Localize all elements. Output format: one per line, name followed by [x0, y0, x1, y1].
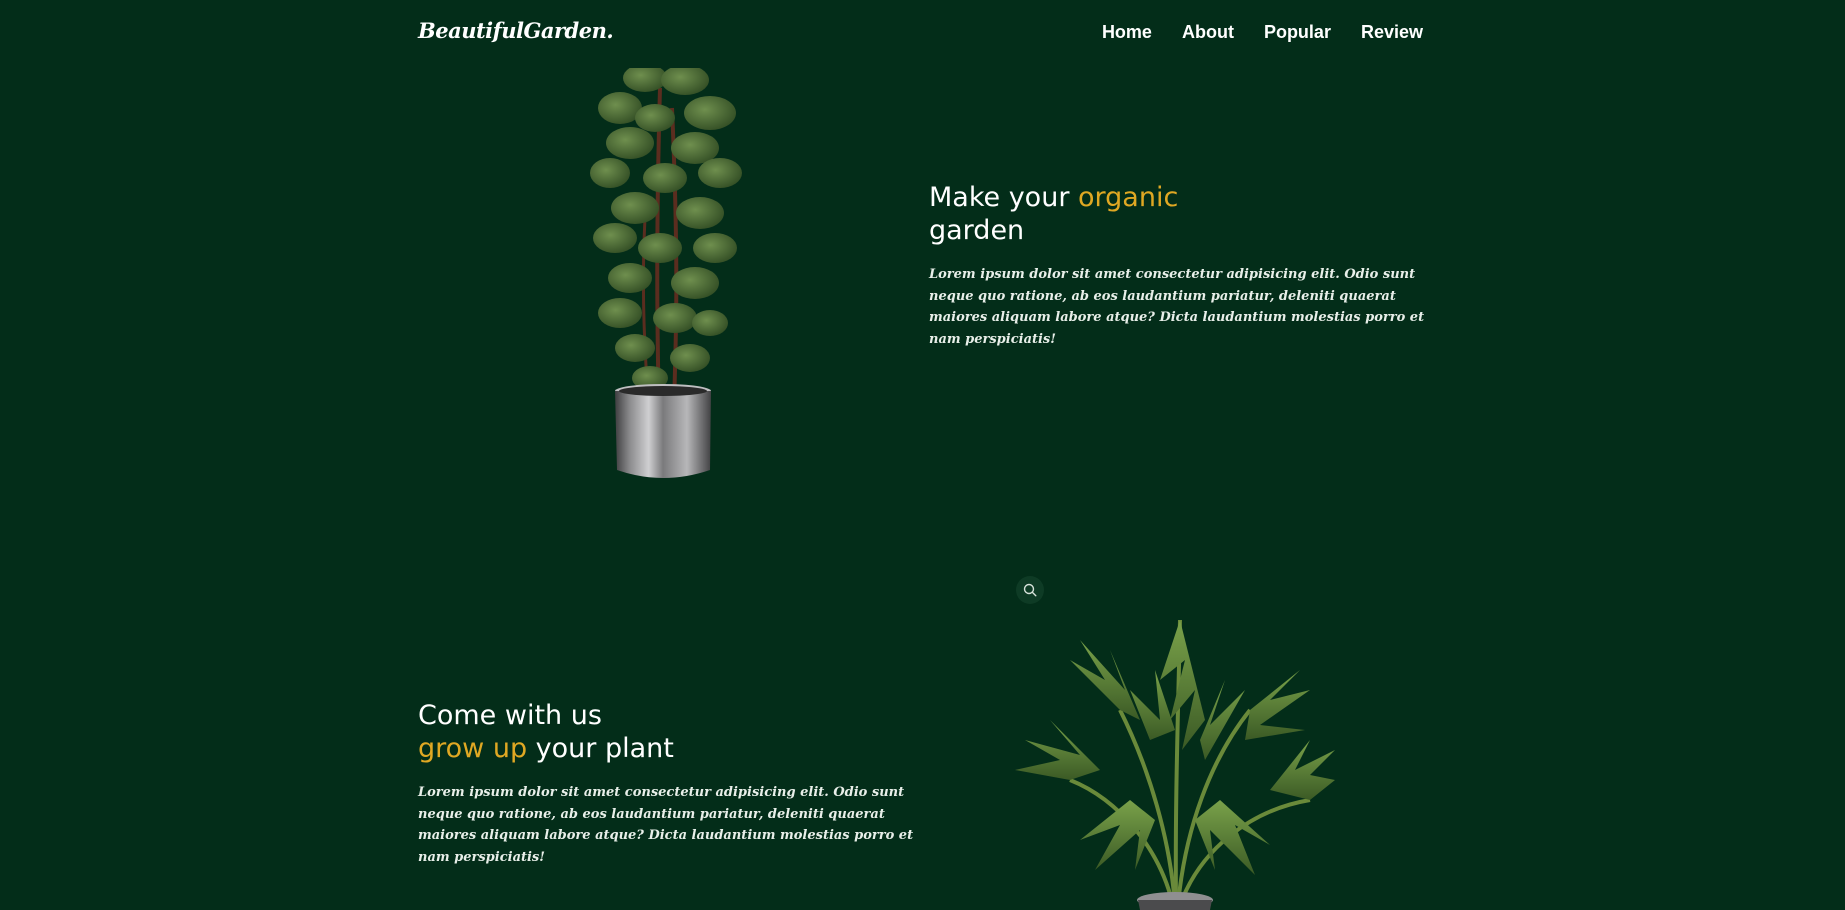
hero-plant-image [590, 68, 742, 478]
about-title-line1: Come with us [418, 700, 602, 731]
about-title-part2: your plant [527, 733, 674, 764]
about-title-accent: grow up [418, 733, 528, 764]
search-icon [1023, 583, 1037, 597]
nav-item-popular[interactable]: Popular [1264, 22, 1331, 43]
nav-item-review[interactable]: Review [1361, 22, 1423, 43]
main-nav: Home About Popular Review [1102, 22, 1423, 43]
brand-logo[interactable]: BeautifulGarden. [418, 18, 614, 43]
about-plant-image [1015, 619, 1335, 910]
nav-item-home[interactable]: Home [1102, 22, 1152, 43]
hero-title-accent: organic [1078, 182, 1179, 213]
hero-description: Lorem ipsum dolor sit amet consectetur a… [929, 267, 1425, 347]
about-description: Lorem ipsum dolor sit amet consectetur a… [418, 785, 914, 865]
hero-title-part2: garden [929, 215, 1025, 246]
nav-item-about[interactable]: About [1182, 22, 1234, 43]
about-title: Come with us grow up your plant [418, 699, 674, 765]
hero-title: Make your organic garden [929, 181, 1178, 247]
header: BeautifulGarden. Home About Popular Revi… [0, 0, 1845, 68]
hero-title-part1: Make your [929, 182, 1079, 213]
